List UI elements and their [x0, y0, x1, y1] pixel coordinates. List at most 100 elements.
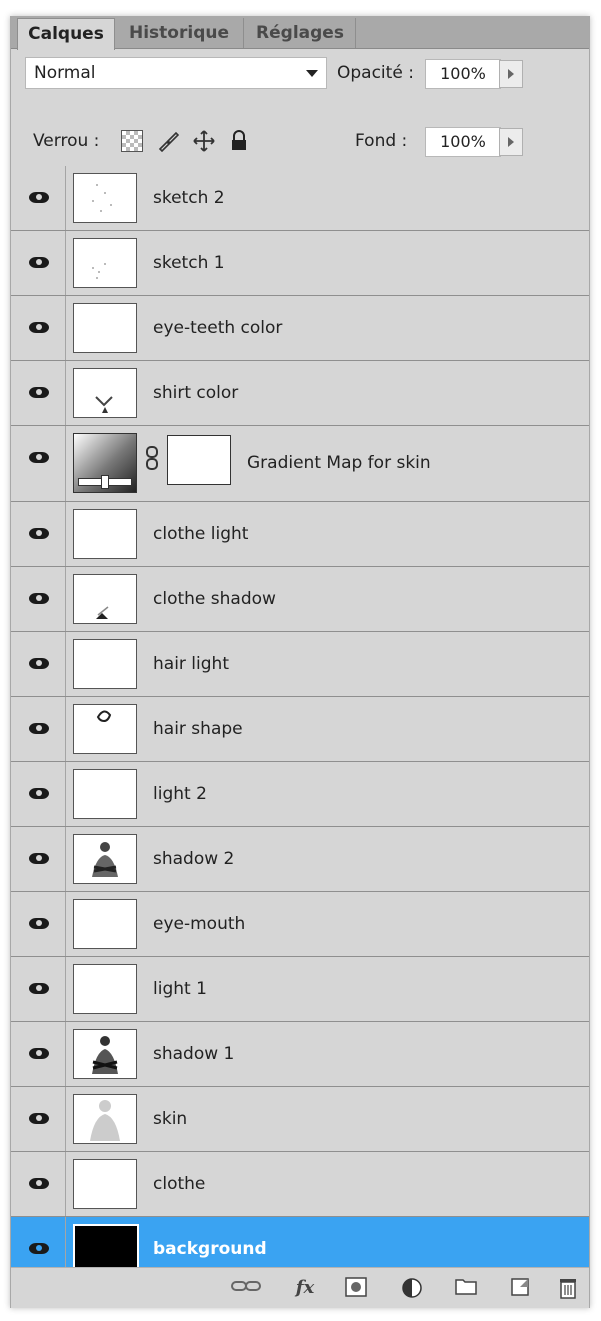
layer-row-light-2[interactable]: light 2	[11, 762, 589, 827]
layer-thumbnail	[73, 899, 137, 949]
layer-thumbnail	[73, 509, 137, 559]
visibility-toggle[interactable]	[11, 502, 66, 566]
eye-icon	[29, 593, 49, 604]
eye-icon	[29, 322, 49, 333]
lock-position-move-icon[interactable]	[191, 128, 217, 154]
layer-row-hair-shape[interactable]: hair shape	[11, 697, 589, 762]
layer-thumbnail	[73, 1029, 137, 1079]
layer-thumbnail	[73, 639, 137, 689]
visibility-toggle[interactable]	[11, 426, 66, 501]
layer-thumbnail	[73, 834, 137, 884]
visibility-toggle[interactable]	[11, 567, 66, 631]
layer-row-skin[interactable]: skin	[11, 1087, 589, 1152]
new-layer-icon[interactable]	[505, 1276, 535, 1300]
layer-name: shadow 2	[153, 849, 235, 869]
mask-link-chain-icon[interactable]	[145, 446, 159, 475]
layer-thumbnail	[73, 769, 137, 819]
layer-name: clothe light	[153, 524, 249, 544]
eye-icon	[29, 528, 49, 539]
layer-name: light 2	[153, 784, 207, 804]
layer-thumbnail	[73, 704, 137, 754]
layer-name: hair light	[153, 654, 229, 674]
link-icon[interactable]	[229, 1276, 263, 1300]
layer-name: eye-mouth	[153, 914, 246, 934]
new-group-folder-icon[interactable]	[451, 1276, 481, 1300]
visibility-toggle[interactable]	[11, 892, 66, 956]
layer-thumbnail	[73, 1094, 137, 1144]
eye-icon	[29, 257, 49, 268]
add-mask-icon[interactable]	[341, 1276, 371, 1300]
layer-name: eye-teeth color	[153, 318, 283, 338]
visibility-toggle[interactable]	[11, 1152, 66, 1216]
eye-icon	[29, 192, 49, 203]
layer-mask-thumbnail[interactable]	[167, 435, 231, 485]
layer-style-fx-button[interactable]: fx	[287, 1276, 323, 1300]
trash-icon[interactable]	[553, 1276, 583, 1300]
visibility-toggle[interactable]	[11, 166, 66, 230]
layers-bottom-toolbar: fx	[11, 1267, 589, 1308]
tab-adjustments[interactable]: Réglages	[245, 18, 356, 48]
layer-thumbnail	[73, 368, 137, 418]
fill-label: Fond :	[355, 131, 408, 151]
layer-thumbnail	[73, 964, 137, 1014]
layer-row-sketch-1[interactable]: sketch 1	[11, 231, 589, 296]
lock-pixels-brush-icon[interactable]	[155, 128, 181, 154]
layer-name: sketch 2	[153, 188, 225, 208]
eye-icon	[29, 452, 49, 463]
layers-list: sketch 2 sketch 1 eye-teeth color shirt …	[11, 166, 589, 1282]
layer-row-clothe-light[interactable]: clothe light	[11, 502, 589, 567]
lock-transparency-icon[interactable]	[121, 128, 143, 154]
visibility-toggle[interactable]	[11, 827, 66, 891]
layer-row-shadow-2[interactable]: shadow 2	[11, 827, 589, 892]
layer-row-light-1[interactable]: light 1	[11, 957, 589, 1022]
fill-slider-button[interactable]	[499, 128, 523, 156]
visibility-toggle[interactable]	[11, 1022, 66, 1086]
panel-tabbar: Calques Historique Réglages	[11, 16, 589, 50]
lock-label: Verrou :	[33, 131, 100, 151]
tab-history[interactable]: Historique	[115, 18, 244, 48]
visibility-toggle[interactable]	[11, 361, 66, 425]
layer-thumbnail	[73, 238, 137, 288]
eye-icon	[29, 1113, 49, 1124]
layer-name: hair shape	[153, 719, 243, 739]
layer-row-clothe-shadow[interactable]: clothe shadow	[11, 567, 589, 632]
eye-icon	[29, 723, 49, 734]
layer-name: clothe shadow	[153, 589, 276, 609]
eye-icon	[29, 853, 49, 864]
visibility-toggle[interactable]	[11, 1087, 66, 1151]
opacity-input[interactable]: 100%	[425, 59, 501, 89]
visibility-toggle[interactable]	[11, 231, 66, 295]
blend-mode-select[interactable]: Normal	[25, 57, 327, 89]
blend-mode-value: Normal	[34, 63, 96, 83]
eye-icon	[29, 918, 49, 929]
layer-name: Gradient Map for skin	[247, 453, 431, 473]
eye-icon	[29, 658, 49, 669]
visibility-toggle[interactable]	[11, 957, 66, 1021]
layer-row-hair-light[interactable]: hair light	[11, 632, 589, 697]
layer-row-shadow-1[interactable]: shadow 1	[11, 1022, 589, 1087]
visibility-toggle[interactable]	[11, 296, 66, 360]
visibility-toggle[interactable]	[11, 632, 66, 696]
eye-icon	[29, 1048, 49, 1059]
layer-name: sketch 1	[153, 253, 225, 273]
layer-row-eye-mouth[interactable]: eye-mouth	[11, 892, 589, 957]
opacity-label: Opacité :	[337, 63, 414, 83]
eye-icon	[29, 387, 49, 398]
visibility-toggle[interactable]	[11, 697, 66, 761]
layer-row-gradient-map-for-skin[interactable]: Gradient Map for skin	[11, 426, 589, 502]
fill-input[interactable]: 100%	[425, 127, 501, 157]
visibility-toggle[interactable]	[11, 762, 66, 826]
chevron-down-icon	[306, 70, 318, 77]
layer-row-eye-teeth-color[interactable]: eye-teeth color	[11, 296, 589, 361]
adjustment-layer-icon[interactable]	[397, 1276, 427, 1300]
layer-row-clothe[interactable]: clothe	[11, 1152, 589, 1217]
layer-row-sketch-2[interactable]: sketch 2	[11, 166, 589, 231]
tab-layers[interactable]: Calques	[17, 18, 115, 50]
opacity-slider-button[interactable]	[499, 60, 523, 88]
adjustment-gradient-map-icon	[73, 433, 137, 493]
layer-thumbnail	[73, 303, 137, 353]
lock-all-padlock-icon[interactable]	[227, 128, 251, 154]
layer-row-shirt-color[interactable]: shirt color	[11, 361, 589, 426]
layer-name: clothe	[153, 1174, 206, 1194]
layer-name: shirt color	[153, 383, 239, 403]
